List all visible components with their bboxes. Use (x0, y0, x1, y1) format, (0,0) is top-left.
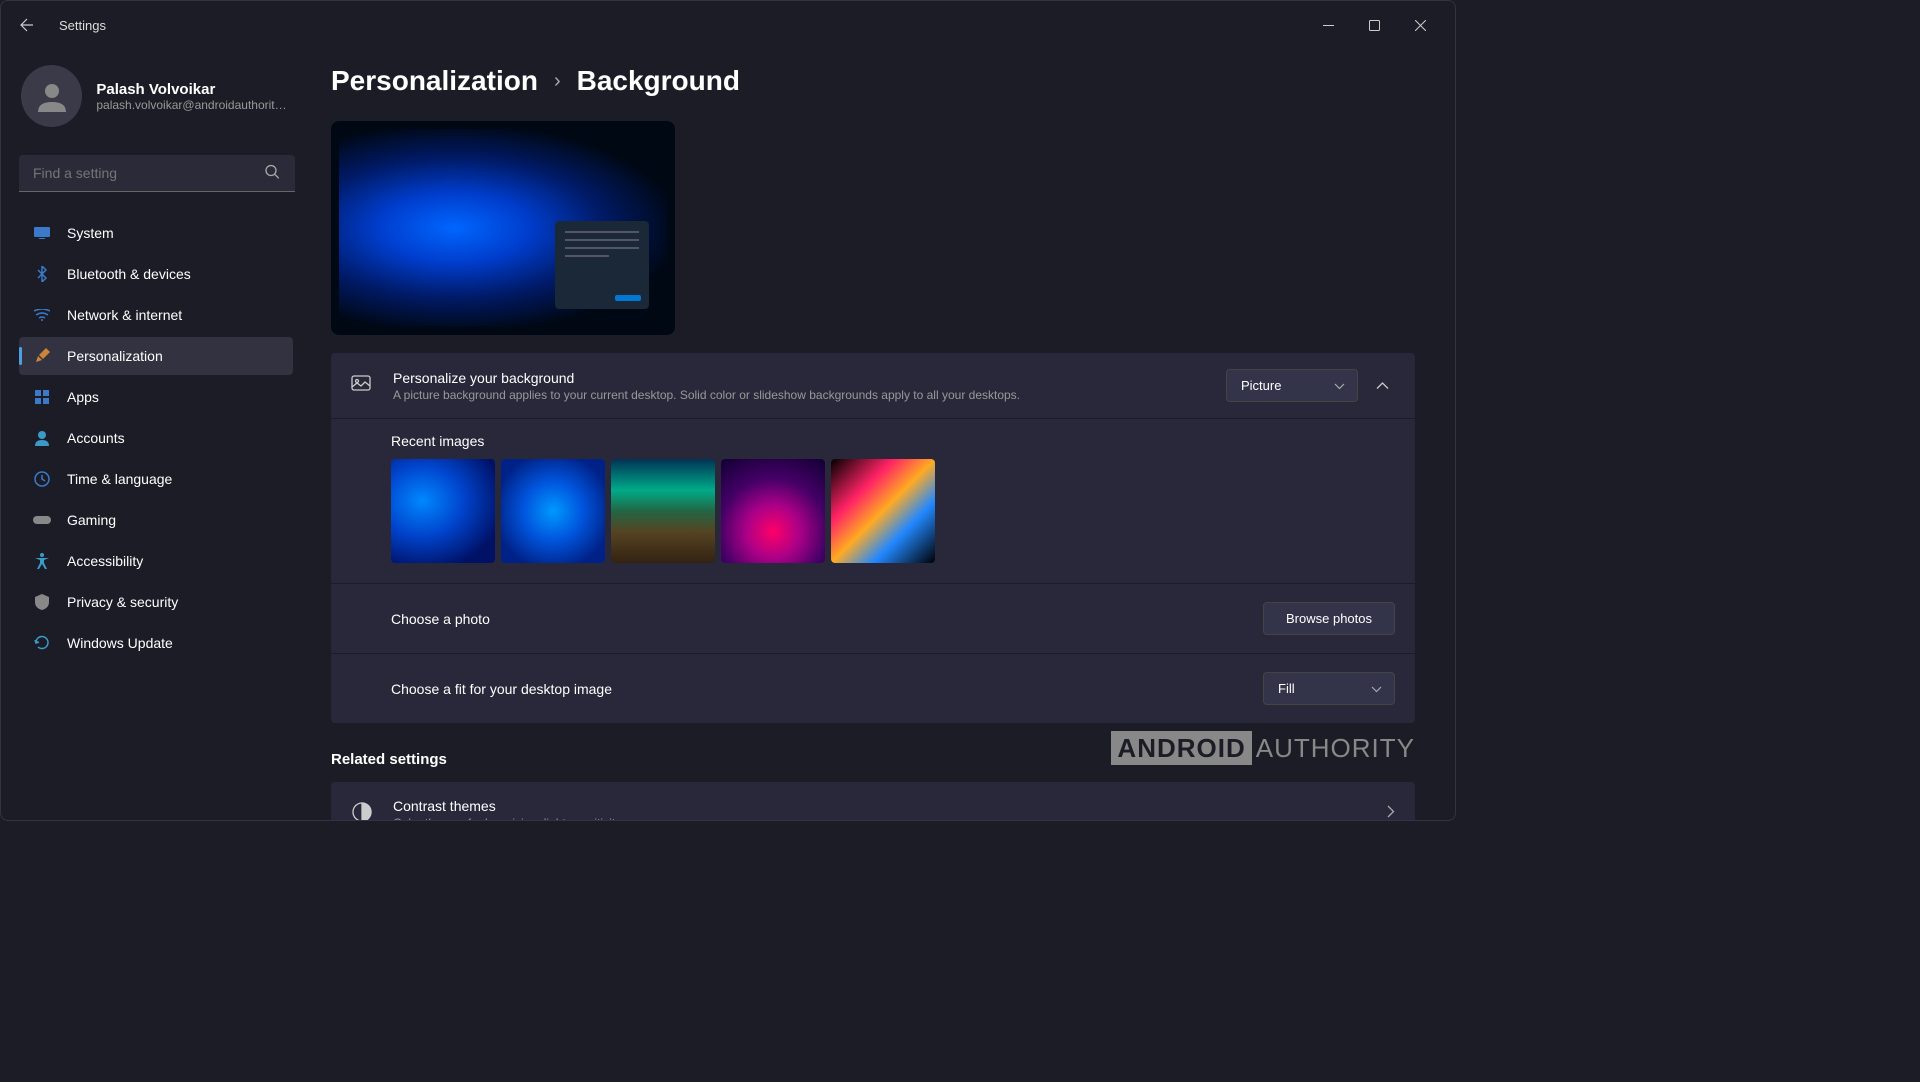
breadcrumb-current: Background (577, 65, 740, 97)
sidebar-item-label: Apps (67, 389, 99, 405)
choose-photo-label: Choose a photo (391, 611, 1263, 627)
sidebar-item-system[interactable]: System (19, 214, 293, 252)
sidebar-item-label: Bluetooth & devices (67, 266, 191, 282)
user-name: Palash Volvoikar (96, 81, 291, 98)
sidebar-item-bluetooth-devices[interactable]: Bluetooth & devices (19, 255, 293, 293)
watermark: ANDROIDAUTHORITY (1111, 733, 1415, 764)
recent-image-thumb[interactable] (721, 459, 825, 563)
avatar (21, 65, 82, 127)
contrast-description: Color themes for low vision, light sensi… (393, 816, 1387, 820)
sidebar-item-label: Accessibility (67, 553, 143, 569)
sidebar: Palash Volvoikar palash.volvoikar@androi… (1, 49, 311, 820)
sidebar-item-label: Windows Update (67, 635, 173, 651)
contrast-icon (351, 801, 375, 821)
user-profile[interactable]: Palash Volvoikar palash.volvoikar@androi… (19, 61, 293, 131)
system-icon (33, 224, 51, 242)
close-button[interactable] (1397, 9, 1443, 41)
contrast-themes-link[interactable]: Contrast themes Color themes for low vis… (331, 782, 1415, 820)
recent-images-label: Recent images (391, 433, 1395, 449)
network-internet-icon (33, 306, 51, 324)
sidebar-item-gaming[interactable]: Gaming (19, 501, 293, 539)
sidebar-item-label: Accounts (67, 430, 125, 446)
picture-icon (351, 373, 375, 398)
personalize-description: A picture background applies to your cur… (393, 388, 1226, 402)
expand-toggle[interactable] (1370, 371, 1395, 401)
fit-dropdown[interactable]: Fill (1263, 672, 1395, 705)
choose-fit-label: Choose a fit for your desktop image (391, 681, 1263, 697)
sidebar-item-privacy-security[interactable]: Privacy & security (19, 583, 293, 621)
breadcrumb-parent[interactable]: Personalization (331, 65, 538, 97)
sidebar-item-label: Gaming (67, 512, 116, 528)
sidebar-item-network-internet[interactable]: Network & internet (19, 296, 293, 334)
recent-image-thumb[interactable] (501, 459, 605, 563)
desktop-preview (331, 121, 675, 335)
windows-update-icon (33, 634, 51, 652)
search-input[interactable] (19, 155, 295, 192)
chevron-down-icon (1371, 681, 1382, 696)
maximize-button[interactable] (1351, 9, 1397, 41)
recent-image-thumb[interactable] (611, 459, 715, 563)
personalize-title: Personalize your background (393, 370, 1226, 386)
sidebar-item-apps[interactable]: Apps (19, 378, 293, 416)
sidebar-item-time-language[interactable]: Time & language (19, 460, 293, 498)
breadcrumb: Personalization › Background (331, 65, 1415, 97)
sidebar-item-label: Privacy & security (67, 594, 178, 610)
window-controls (1305, 9, 1443, 41)
recent-image-thumb[interactable] (391, 459, 495, 563)
sidebar-item-windows-update[interactable]: Windows Update (19, 624, 293, 662)
content-area: Personalization › Background (311, 49, 1455, 820)
back-button[interactable] (13, 11, 41, 39)
privacy-security-icon (33, 593, 51, 611)
sidebar-item-label: Network & internet (67, 307, 182, 323)
user-email: palash.volvoikar@androidauthority.... (96, 98, 291, 112)
apps-icon (33, 388, 51, 406)
sidebar-item-personalization[interactable]: Personalization (19, 337, 293, 375)
search-icon (265, 164, 279, 183)
accounts-icon (33, 429, 51, 447)
background-type-dropdown[interactable]: Picture (1226, 369, 1358, 402)
accessibility-icon (33, 552, 51, 570)
nav-list: System Bluetooth & devices Network & inter… (19, 214, 293, 665)
chevron-down-icon (1334, 378, 1345, 393)
sidebar-item-label: Personalization (67, 348, 163, 364)
personalization-icon (33, 347, 51, 365)
recent-thumbnails (391, 459, 1395, 563)
personalize-card: Personalize your background A picture ba… (331, 353, 1415, 723)
contrast-title: Contrast themes (393, 798, 1387, 814)
sidebar-item-label: System (67, 225, 114, 241)
minimize-button[interactable] (1305, 9, 1351, 41)
time-language-icon (33, 470, 51, 488)
sidebar-item-accessibility[interactable]: Accessibility (19, 542, 293, 580)
gaming-icon (33, 511, 51, 529)
recent-image-thumb[interactable] (831, 459, 935, 563)
sidebar-item-accounts[interactable]: Accounts (19, 419, 293, 457)
chevron-right-icon: › (554, 70, 561, 93)
bluetooth-devices-icon (33, 265, 51, 283)
window-title: Settings (59, 18, 106, 33)
sidebar-item-label: Time & language (67, 471, 172, 487)
title-bar: Settings (1, 1, 1455, 49)
chevron-right-icon (1387, 805, 1395, 820)
browse-photos-button[interactable]: Browse photos (1263, 602, 1395, 635)
